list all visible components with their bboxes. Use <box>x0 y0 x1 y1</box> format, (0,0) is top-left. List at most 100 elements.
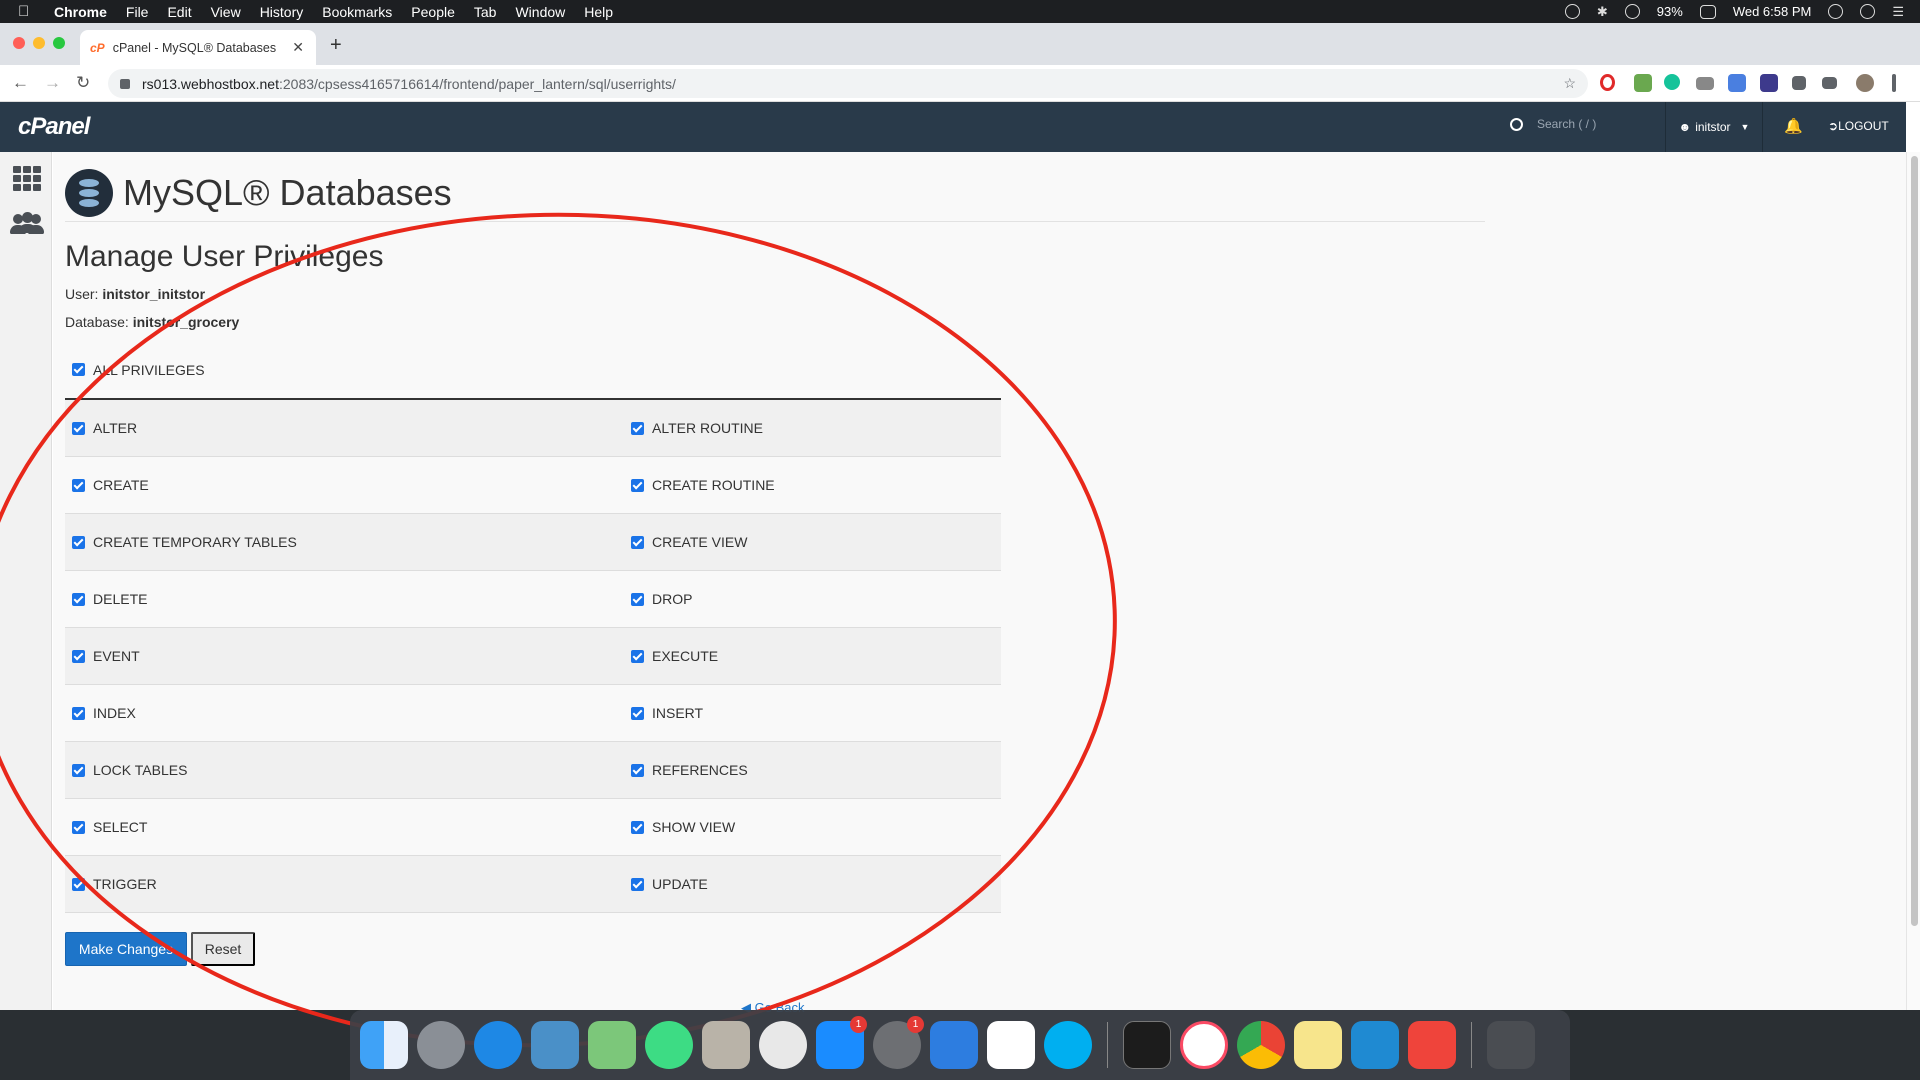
logout-button[interactable]: ➲LOGOUT <box>1828 119 1889 133</box>
finder-icon[interactable] <box>360 1021 408 1069</box>
xcode-icon[interactable] <box>930 1021 978 1069</box>
menu-bookmarks[interactable]: Bookmarks <box>322 4 392 20</box>
launchpad-icon[interactable] <box>417 1021 465 1069</box>
checkbox-checked-icon[interactable] <box>631 706 644 720</box>
menu-file[interactable]: File <box>126 4 149 20</box>
privilege-insert[interactable]: INSERT <box>624 685 1001 741</box>
cpanel-logo[interactable]: cPanel <box>18 113 90 141</box>
privilege-drop[interactable]: DROP <box>624 571 1001 627</box>
chrome-menu-icon[interactable] <box>1892 74 1896 92</box>
forward-arrow-icon[interactable]: → <box>44 73 61 93</box>
creative-cloud-icon[interactable] <box>1564 4 1580 19</box>
page-scrollbar[interactable] <box>1906 152 1920 1010</box>
graduation-extension-icon[interactable] <box>1760 74 1778 92</box>
control-center-icon[interactable]: ☰ <box>1892 4 1904 20</box>
checkbox-checked-icon[interactable] <box>72 877 85 891</box>
privilege-index[interactable]: INDEX <box>65 685 624 741</box>
checkbox-checked-icon[interactable] <box>631 421 644 435</box>
checkbox-checked-icon[interactable] <box>631 478 644 492</box>
new-tab-button[interactable]: + <box>330 34 342 57</box>
menu-tab[interactable]: Tab <box>474 4 497 20</box>
minimize-window-button[interactable] <box>33 37 45 49</box>
camera-extension-icon[interactable] <box>1696 77 1714 90</box>
checkbox-checked-icon[interactable] <box>72 421 85 435</box>
close-tab-icon[interactable]: ✕ <box>292 39 304 56</box>
cpanel-search[interactable]: Search ( / ) <box>1510 117 1660 131</box>
checkbox-checked-icon[interactable] <box>72 706 85 720</box>
privilege-execute[interactable]: EXECUTE <box>624 628 1001 684</box>
chrome-icon[interactable] <box>1237 1021 1285 1069</box>
siri-icon[interactable] <box>1860 4 1876 19</box>
anydesk-icon[interactable] <box>1408 1021 1456 1069</box>
checkbox-checked-icon[interactable] <box>631 535 644 549</box>
checkbox-checked-icon[interactable] <box>72 820 85 834</box>
checkbox-checked-icon[interactable] <box>631 877 644 891</box>
terminal-icon[interactable] <box>1123 1021 1171 1069</box>
checkbox-checked-icon[interactable] <box>631 592 644 606</box>
menu-app-name[interactable]: Chrome <box>54 4 107 20</box>
privilege-update[interactable]: UPDATE <box>624 856 1001 912</box>
privilege-create-routine[interactable]: CREATE ROUTINE <box>624 457 1001 513</box>
safari-icon[interactable] <box>474 1021 522 1069</box>
music-icon[interactable] <box>1180 1021 1228 1069</box>
privilege-show-view[interactable]: SHOW VIEW <box>624 799 1001 855</box>
checkbox-checked-icon[interactable] <box>631 820 644 834</box>
menu-edit[interactable]: Edit <box>167 4 191 20</box>
sequel-pro-icon[interactable] <box>759 1021 807 1069</box>
menu-window[interactable]: Window <box>515 4 565 20</box>
maps-icon[interactable] <box>588 1021 636 1069</box>
privilege-delete[interactable]: DELETE <box>65 571 624 627</box>
bell-icon[interactable]: 🔔 <box>1784 117 1803 135</box>
privilege-references[interactable]: REFERENCES <box>624 742 1001 798</box>
opera-extension-icon[interactable] <box>1600 74 1615 91</box>
bluetooth-icon[interactable]: ✱ <box>1597 4 1608 20</box>
wifi-icon[interactable] <box>1624 4 1640 19</box>
system-preferences-icon[interactable]: 1 <box>873 1016 924 1069</box>
checkbox-checked-icon[interactable] <box>72 535 85 549</box>
app-store-icon[interactable]: 1 <box>816 1016 867 1069</box>
user-menu[interactable]: ☻ initstor ▼ <box>1665 102 1763 152</box>
privilege-lock-tables[interactable]: LOCK TABLES <box>65 742 624 798</box>
privilege-create[interactable]: CREATE <box>65 457 624 513</box>
calculator-icon[interactable] <box>702 1021 750 1069</box>
checkbox-checked-icon[interactable] <box>72 649 85 663</box>
privilege-event[interactable]: EVENT <box>65 628 624 684</box>
back-arrow-icon[interactable]: ← <box>12 73 29 93</box>
browser-tab[interactable]: cP cPanel - MySQL® Databases ✕ <box>80 30 316 65</box>
zoom-window-button[interactable] <box>53 37 65 49</box>
all-privileges-checkbox[interactable]: ALL PRIVILEGES <box>72 361 205 379</box>
checkbox-checked-icon[interactable] <box>72 478 85 492</box>
trash-icon[interactable] <box>1487 1021 1535 1069</box>
menu-history[interactable]: History <box>260 4 304 20</box>
checkbox-checked-icon[interactable] <box>72 363 85 377</box>
bookmark-star-icon[interactable]: ☆ <box>1563 75 1576 92</box>
checkbox-checked-icon[interactable] <box>72 763 85 777</box>
reading-list-icon[interactable] <box>1822 77 1837 89</box>
translate-extension-icon[interactable] <box>1728 74 1746 92</box>
profile-avatar[interactable] <box>1856 74 1874 92</box>
skype-icon[interactable] <box>1044 1021 1092 1069</box>
apple-menu-icon[interactable]:  <box>18 3 38 20</box>
puzzle-extensions-icon[interactable] <box>1792 76 1806 90</box>
slack-icon[interactable] <box>987 1021 1035 1069</box>
apps-grid-icon[interactable] <box>13 166 41 191</box>
close-window-button[interactable] <box>13 37 25 49</box>
grammarly-extension-icon[interactable] <box>1664 74 1680 90</box>
make-changes-button[interactable]: Make Changes <box>65 932 187 966</box>
reload-icon[interactable]: ↻ <box>76 73 90 93</box>
menu-people[interactable]: People <box>411 4 455 20</box>
privilege-create-view[interactable]: CREATE VIEW <box>624 514 1001 570</box>
privilege-alter[interactable]: ALTER <box>65 400 624 456</box>
tool-extension-icon[interactable] <box>1634 74 1652 92</box>
vscode-icon[interactable] <box>1351 1021 1399 1069</box>
privilege-alter-routine[interactable]: ALTER ROUTINE <box>624 400 1001 456</box>
checkbox-checked-icon[interactable] <box>631 763 644 777</box>
android-studio-icon[interactable] <box>645 1021 693 1069</box>
checkbox-checked-icon[interactable] <box>72 592 85 606</box>
address-bar[interactable]: rs013.webhostbox.net:2083/cpsess41657166… <box>108 69 1588 98</box>
clock[interactable]: Wed 6:58 PM <box>1733 4 1812 19</box>
reset-button[interactable]: Reset <box>191 932 255 966</box>
checkbox-checked-icon[interactable] <box>631 649 644 663</box>
scrollbar-thumb[interactable] <box>1911 156 1918 926</box>
privilege-trigger[interactable]: TRIGGER <box>65 856 624 912</box>
